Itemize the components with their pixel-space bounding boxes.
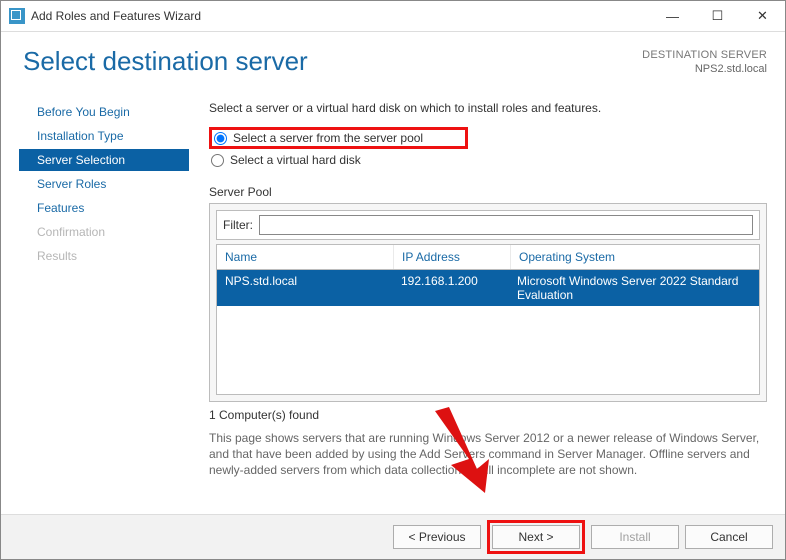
cell-os: Microsoft Windows Server 2022 Standard E… [509,270,759,306]
minimize-button[interactable]: — [650,1,695,31]
radio-server-pool[interactable] [214,132,227,145]
destination-info: DESTINATION SERVER NPS2.std.local [642,48,767,77]
grid-header: Name IP Address Operating System [216,244,760,270]
radio-group: Select a server from the server pool Sel… [209,125,767,169]
page-title: Select destination server [23,46,308,77]
intro-text: Select a server or a virtual hard disk o… [209,101,767,115]
filter-row: Filter: [216,210,760,240]
filter-label: Filter: [223,218,253,232]
previous-button[interactable]: < Previous [393,525,481,549]
step-before-you-begin[interactable]: Before You Begin [19,101,189,123]
step-features[interactable]: Features [19,197,189,219]
step-server-selection[interactable]: Server Selection [19,149,189,171]
server-pool-label: Server Pool [209,185,767,199]
destination-value: NPS2.std.local [642,62,767,76]
grid-body[interactable]: NPS.std.local 192.168.1.200 Microsoft Wi… [216,270,760,395]
next-button[interactable]: Next > [492,525,580,549]
main-panel: Select a server or a virtual hard disk o… [189,101,767,514]
step-installation-type[interactable]: Installation Type [19,125,189,147]
radio-row-vhd[interactable]: Select a virtual hard disk [209,151,767,169]
server-pool-panel: Filter: Name IP Address Operating System… [209,203,767,402]
maximize-button[interactable]: ☐ [695,1,740,31]
col-header-os[interactable]: Operating System [511,245,759,269]
annotation-next-highlight: Next > [487,520,585,554]
window-title: Add Roles and Features Wizard [31,9,650,23]
server-row[interactable]: NPS.std.local 192.168.1.200 Microsoft Wi… [217,270,759,306]
window-controls: — ☐ ✕ [650,1,785,31]
filter-input[interactable] [259,215,753,235]
app-icon [9,8,25,24]
wizard-window: Add Roles and Features Wizard — ☐ ✕ Sele… [0,0,786,560]
radio-vhd-label: Select a virtual hard disk [230,153,361,167]
nav-steps: Before You Begin Installation Type Serve… [19,101,189,514]
header: Select destination server DESTINATION SE… [1,32,785,77]
cancel-button[interactable]: Cancel [685,525,773,549]
cell-ip: 192.168.1.200 [393,270,509,306]
step-server-roles[interactable]: Server Roles [19,173,189,195]
destination-label: DESTINATION SERVER [642,48,767,62]
footer: < Previous Next > Install Cancel [1,514,785,559]
step-results: Results [19,245,189,267]
step-confirmation: Confirmation [19,221,189,243]
hint-text: This page shows servers that are running… [209,430,767,479]
install-button: Install [591,525,679,549]
radio-server-pool-label: Select a server from the server pool [233,131,423,145]
cell-name: NPS.std.local [217,270,393,306]
col-header-name[interactable]: Name [217,245,394,269]
radio-row-pool[interactable]: Select a server from the server pool [209,125,767,151]
radio-vhd[interactable] [211,154,224,167]
annotation-radio-highlight: Select a server from the server pool [209,127,468,149]
body: Before You Begin Installation Type Serve… [1,77,785,514]
computers-found: 1 Computer(s) found [209,408,767,422]
col-header-ip[interactable]: IP Address [394,245,511,269]
titlebar: Add Roles and Features Wizard — ☐ ✕ [1,1,785,32]
close-button[interactable]: ✕ [740,1,785,31]
